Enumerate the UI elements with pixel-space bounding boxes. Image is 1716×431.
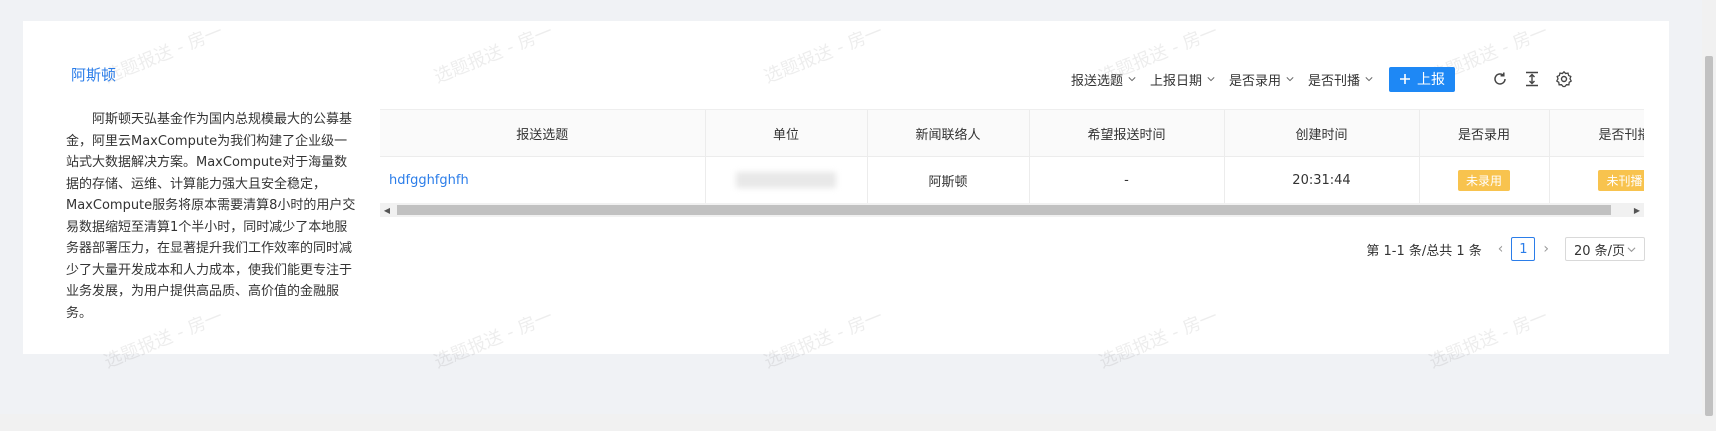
column-height-icon[interactable] (1523, 70, 1541, 88)
hope-time-cell: - (1029, 156, 1225, 204)
created-time-cell: 20:31:44 (1224, 156, 1420, 204)
contact-cell: 阿斯顿 (867, 156, 1030, 204)
report-button[interactable]: 上报 (1389, 66, 1455, 92)
plus-icon (1400, 74, 1410, 84)
column-header[interactable]: 单位 (705, 110, 868, 157)
chevron-down-icon (1365, 77, 1373, 82)
column-header[interactable]: 报送选题 (380, 110, 706, 157)
scroll-right-arrow-icon[interactable]: ▶ (1630, 203, 1644, 217)
redacted-block (736, 172, 836, 188)
scroll-thumb[interactable] (397, 205, 1611, 215)
column-header[interactable]: 新闻联络人 (867, 110, 1030, 157)
pagination-summary: 第 1-1 条/总共 1 条 (1366, 243, 1482, 259)
report-button-label: 上报 (1417, 72, 1445, 88)
unit-cell (705, 156, 868, 204)
prev-page-icon[interactable]: ‹ (1498, 241, 1504, 257)
scroll-thumb[interactable] (1705, 56, 1713, 416)
adopted-cell: 未录用 (1419, 156, 1550, 204)
filter-label: 是否录用 (1228, 73, 1281, 89)
chevron-down-icon (1627, 246, 1636, 252)
status-badge: 未录用 (1457, 169, 1510, 191)
column-header[interactable]: 是否录用 (1419, 110, 1550, 157)
toolbar: 报送选题 上报日期 是否录用 是否刊播 上报 (1071, 66, 1573, 92)
filter-broadcast[interactable]: 是否刊播 (1308, 70, 1373, 89)
filter-report-date[interactable]: 上报日期 (1150, 70, 1215, 89)
page-title[interactable]: 阿斯顿 (71, 64, 116, 85)
filter-topic[interactable]: 报送选题 (1071, 70, 1136, 89)
page-horizontal-scrollbar[interactable] (0, 414, 1702, 431)
column-header[interactable]: 是否刊播 (1549, 110, 1644, 157)
filter-label: 报送选题 (1070, 73, 1123, 89)
broadcast-cell: 未刊播 (1549, 156, 1644, 204)
filter-adopted[interactable]: 是否录用 (1229, 70, 1294, 89)
description-text: 阿斯顿天弘基金作为国内总规模最大的公募基金，阿里云MaxCompute为我们构建… (66, 112, 356, 321)
scroll-left-arrow-icon[interactable]: ◀ (380, 203, 394, 217)
column-header[interactable]: 创建时间 (1224, 110, 1420, 157)
topic-link[interactable]: hdfgghfghfh (380, 156, 706, 204)
data-table: 报送选题 单位 新闻联络人 希望报送时间 创建时间 是否录用 是否刊播 hdfg… (380, 110, 1644, 204)
next-page-icon[interactable]: › (1543, 241, 1549, 257)
pagination: 第 1-1 条/总共 1 条 ‹ 1 › 20 条/页 (1366, 237, 1645, 261)
status-badge: 未刊播 (1598, 169, 1644, 191)
filter-label: 是否刊播 (1307, 73, 1360, 89)
page-vertical-scrollbar[interactable] (1702, 0, 1716, 431)
chevron-down-icon (1286, 77, 1294, 82)
chevron-down-icon (1128, 77, 1136, 82)
table-header-row: 报送选题 单位 新闻联络人 希望报送时间 创建时间 是否录用 是否刊播 (380, 110, 1644, 157)
settings-icon[interactable] (1555, 70, 1573, 88)
table-row: hdfgghfghfh 阿斯顿 - 20:31:44 未录用 未刊播 (380, 156, 1644, 204)
filter-label: 上报日期 (1149, 73, 1202, 89)
page-size-value: 20 条/页 (1574, 243, 1626, 259)
page-size-select[interactable]: 20 条/页 (1565, 237, 1645, 261)
page-number-button[interactable]: 1 (1511, 237, 1536, 261)
chevron-down-icon (1207, 77, 1215, 82)
refresh-icon[interactable] (1491, 70, 1509, 88)
column-header[interactable]: 希望报送时间 (1029, 110, 1225, 157)
table-horizontal-scrollbar[interactable]: ◀ ▶ (380, 203, 1644, 217)
